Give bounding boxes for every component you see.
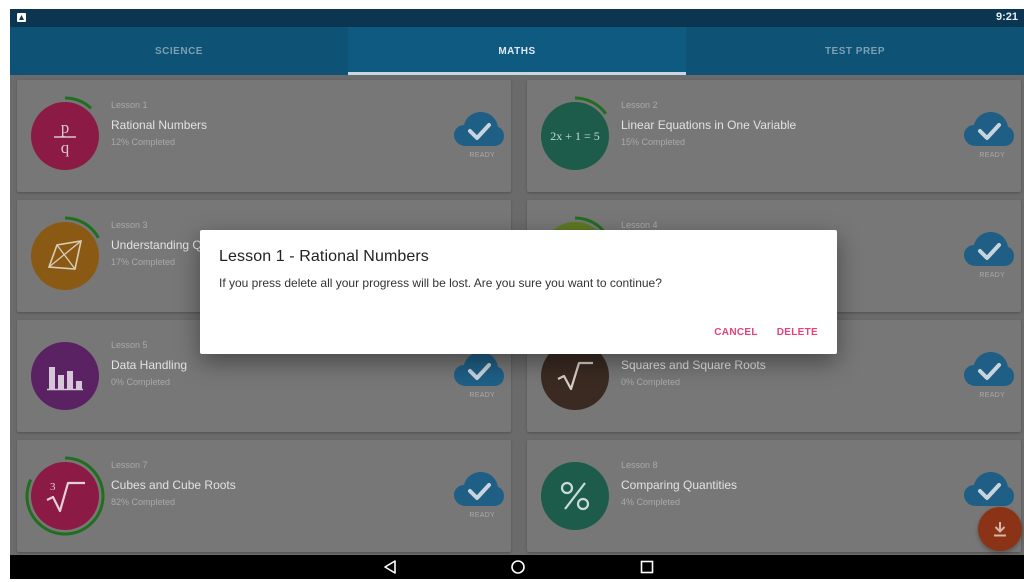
lesson-card[interactable]: pq Lesson 1 Rational Numbers 12% Complet… — [17, 80, 511, 192]
cube-root-icon: 3 — [31, 462, 99, 530]
lesson-number: Lesson 1 — [111, 100, 148, 110]
dialog-message: If you press delete all your progress wi… — [219, 276, 662, 290]
status-ready: READY — [979, 392, 1005, 399]
percent-icon — [541, 462, 609, 530]
status-ready: READY — [469, 392, 495, 399]
lesson-progress: 15% Completed — [621, 137, 686, 147]
cloud-check-icon[interactable] — [963, 350, 1015, 388]
equation-icon: 2x + 1 = 5 — [541, 102, 609, 170]
delete-button[interactable]: DELETE — [777, 327, 818, 338]
cancel-button[interactable]: CANCEL — [714, 327, 757, 338]
lesson-title: Understanding Qu — [111, 238, 209, 252]
fraction-p-over-q-icon: pq — [31, 102, 99, 170]
lesson-progress: 17% Completed — [111, 257, 176, 267]
status-ready: READY — [979, 152, 1005, 159]
status-bar: 9:21 — [10, 9, 1024, 27]
lesson-progress: 82% Completed — [111, 497, 176, 507]
device-screen: 9:21 SCIENCE MATHS TEST PREP pq Lesson 1… — [10, 9, 1024, 579]
bar-chart-icon — [31, 342, 99, 410]
subject-tab-bar: SCIENCE MATHS TEST PREP — [10, 27, 1024, 75]
lesson-number: Lesson 3 — [111, 220, 148, 230]
status-ready: READY — [979, 272, 1005, 279]
lesson-card[interactable]: 2x + 1 = 5 Lesson 2 Linear Equations in … — [527, 80, 1021, 192]
status-ready: READY — [469, 512, 495, 519]
cloud-check-icon[interactable] — [453, 350, 505, 388]
lesson-progress: 0% Completed — [621, 377, 681, 387]
svg-text:p: p — [61, 118, 70, 137]
dialog-title: Lesson 1 - Rational Numbers — [219, 248, 429, 265]
tab-maths[interactable]: MATHS — [348, 27, 686, 75]
system-nav-bar — [10, 555, 1024, 579]
lesson-progress: 12% Completed — [111, 137, 176, 147]
delete-confirm-dialog: Lesson 1 - Rational Numbers If you press… — [200, 230, 837, 354]
cloud-check-icon[interactable] — [963, 230, 1015, 268]
lesson-title: Cubes and Cube Roots — [111, 478, 236, 492]
lesson-title: Squares and Square Roots — [621, 358, 766, 372]
status-ready: READY — [469, 152, 495, 159]
lesson-number: Lesson 4 — [621, 220, 658, 230]
back-triangle-icon[interactable] — [382, 559, 398, 575]
download-icon — [994, 522, 1006, 537]
cloud-check-icon[interactable] — [453, 470, 505, 508]
svg-text:3: 3 — [50, 481, 56, 493]
cloud-check-icon[interactable] — [963, 110, 1015, 148]
equation-icon-text: 2x + 1 = 5 — [550, 128, 600, 143]
lesson-number: Lesson 8 — [621, 460, 658, 470]
dialog-actions: CANCEL DELETE — [714, 327, 818, 338]
download-button[interactable] — [978, 507, 1022, 551]
lesson-number: Lesson 2 — [621, 100, 658, 110]
svg-text:q: q — [61, 138, 70, 157]
status-time: 9:21 — [995, 11, 1018, 23]
cloud-check-icon[interactable] — [453, 110, 505, 148]
lesson-card[interactable]: 3 Lesson 7 Cubes and Cube Roots 82% Comp… — [17, 440, 511, 552]
lesson-title: Data Handling — [111, 358, 188, 372]
lesson-title: Rational Numbers — [111, 118, 208, 132]
lesson-progress: 0% Completed — [111, 377, 171, 387]
lesson-title: Linear Equations in One Variable — [621, 118, 797, 132]
cloud-check-icon[interactable] — [963, 470, 1015, 508]
lesson-card[interactable]: Lesson 8 Comparing Quantities 4% Complet… — [527, 440, 1021, 552]
quadrilateral-icon — [31, 222, 99, 290]
lesson-progress: 4% Completed — [621, 497, 681, 507]
notification-a-icon — [17, 13, 26, 22]
lesson-number: Lesson 7 — [111, 460, 148, 470]
tab-science[interactable]: SCIENCE — [10, 27, 348, 75]
tab-test-prep[interactable]: TEST PREP — [686, 27, 1024, 75]
lesson-number: Lesson 5 — [111, 340, 148, 350]
home-circle-icon[interactable] — [510, 559, 526, 575]
lesson-title: Comparing Quantities — [621, 478, 738, 492]
recents-square-icon[interactable] — [639, 559, 655, 575]
